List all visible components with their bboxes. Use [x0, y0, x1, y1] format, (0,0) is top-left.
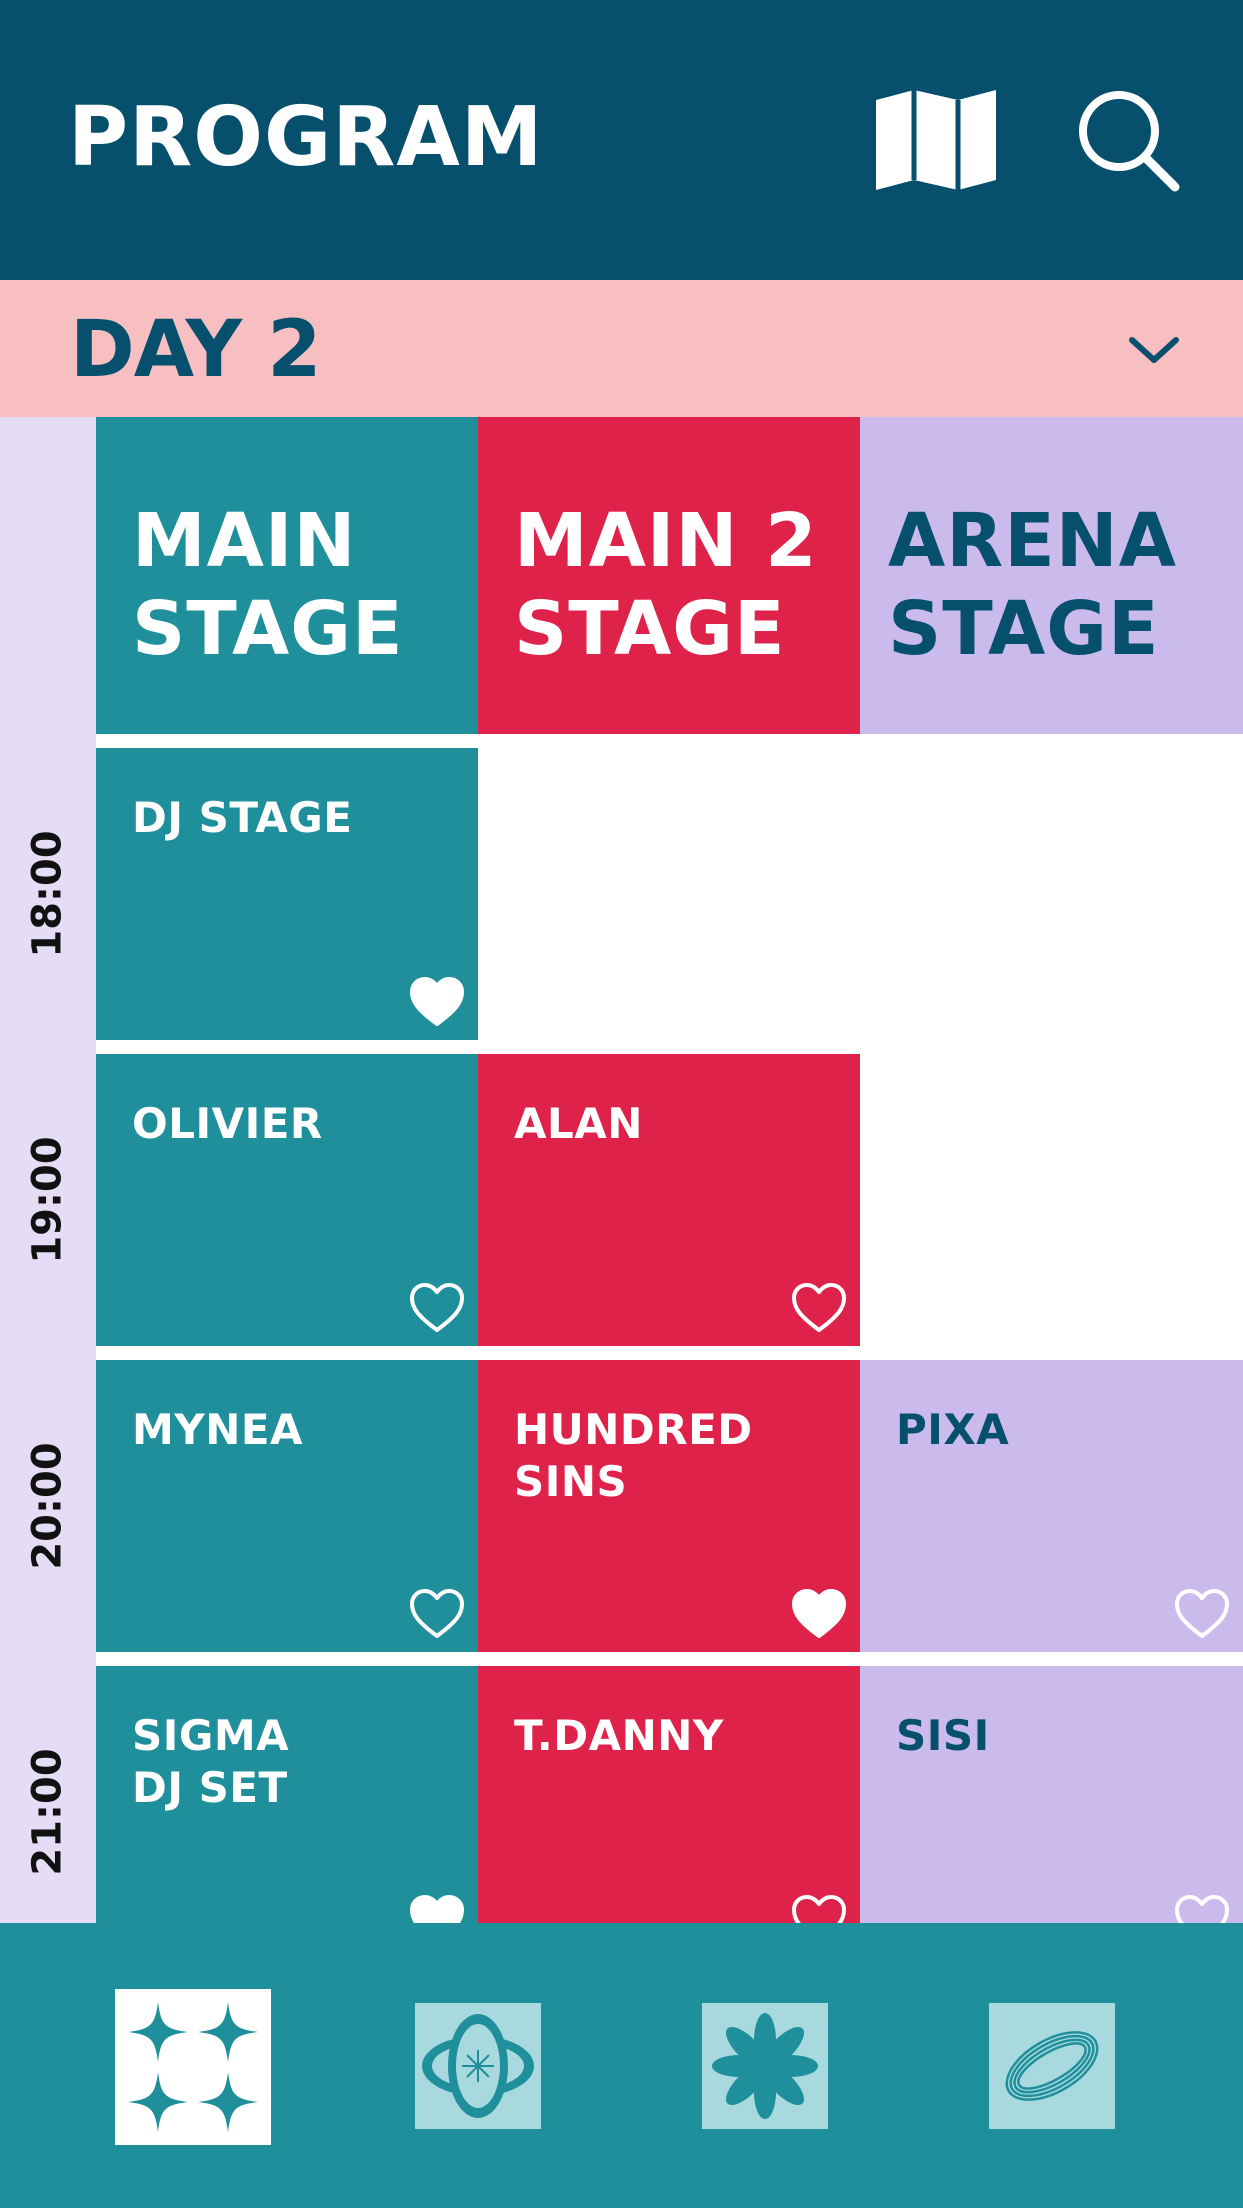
time-text: 19:00	[25, 1136, 72, 1264]
time-text: 20:00	[25, 1442, 72, 1570]
artist-name: SISI	[896, 1711, 990, 1760]
nav-explore[interactable]	[415, 2003, 541, 2129]
heart-outline-icon[interactable]	[408, 1282, 466, 1334]
stage-header-main[interactable]: MAIN STAGE	[96, 417, 478, 734]
time-label: 20:00	[0, 1356, 96, 1656]
slot-main2-1900[interactable]: ALAN	[478, 1054, 860, 1346]
slot-main-1900[interactable]: OLIVIER	[96, 1054, 478, 1346]
slot-main-2100[interactable]: SIGMA DJ SET	[96, 1666, 478, 1944]
heart-outline-icon[interactable]	[790, 1282, 848, 1334]
page-title: PROGRAM	[68, 90, 544, 185]
heart-filled-icon[interactable]	[408, 976, 466, 1028]
search-button[interactable]	[1064, 84, 1192, 196]
map-icon	[876, 90, 996, 190]
time-column: 18:00 19:00 20:00 21:00	[0, 417, 96, 1923]
slot-arena-2100[interactable]: SISI	[860, 1666, 1243, 1944]
slot-main2-2100[interactable]: T.DANNY	[478, 1666, 860, 1944]
stage-name: STAGE	[514, 586, 786, 672]
artist-name: OLIVIER	[132, 1099, 323, 1148]
stage-header-main-2[interactable]: MAIN 2 STAGE	[478, 417, 860, 734]
heart-outline-icon[interactable]	[1173, 1588, 1231, 1640]
time-label: 21:00	[0, 1662, 96, 1962]
slot-main-1800[interactable]: DJ STAGE	[96, 748, 478, 1040]
artist-name: PIXA	[896, 1405, 1010, 1454]
heart-filled-icon[interactable]	[790, 1588, 848, 1640]
bottom-nav	[0, 1923, 1243, 2208]
stage-name: MAIN 2	[514, 498, 818, 584]
nav-program[interactable]	[115, 1989, 271, 2145]
slot-arena-2000[interactable]: PIXA	[860, 1360, 1243, 1652]
artist-name: SIGMA DJ SET	[132, 1711, 290, 1812]
stage-name: MAIN	[132, 498, 357, 584]
nav-favorites[interactable]	[702, 2003, 828, 2129]
artist-name: T.DANNY	[514, 1711, 724, 1760]
artist-name: ALAN	[514, 1099, 643, 1148]
flower-icon	[712, 2013, 818, 2119]
time-label: 19:00	[0, 1050, 96, 1350]
orbit-planet-icon	[422, 2014, 534, 2118]
slot-main-2000[interactable]: MYNEA	[96, 1360, 478, 1652]
artist-name: HUNDRED SINS	[514, 1405, 753, 1506]
stage-name: STAGE	[132, 586, 404, 672]
slot-main2-2000[interactable]: HUNDRED SINS	[478, 1360, 860, 1652]
time-text: 18:00	[25, 830, 72, 958]
time-text: 21:00	[25, 1748, 72, 1876]
stage-header-arena[interactable]: ARENA STAGE	[860, 417, 1243, 734]
search-icon	[1079, 91, 1180, 192]
four-point-star-icon	[128, 2002, 258, 2132]
artist-name: DJ STAGE	[132, 793, 353, 842]
rings-icon	[1005, 2031, 1099, 2101]
stage-name: ARENA	[888, 498, 1178, 584]
heart-outline-icon[interactable]	[408, 1588, 466, 1640]
time-label: 18:00	[0, 744, 96, 1044]
day-label: DAY 2	[70, 305, 322, 395]
stage-name: STAGE	[888, 586, 1160, 672]
artist-name: MYNEA	[132, 1405, 304, 1454]
nav-more[interactable]	[989, 2003, 1115, 2129]
chevron-down-icon[interactable]	[1128, 330, 1180, 370]
map-button[interactable]	[872, 84, 1000, 196]
